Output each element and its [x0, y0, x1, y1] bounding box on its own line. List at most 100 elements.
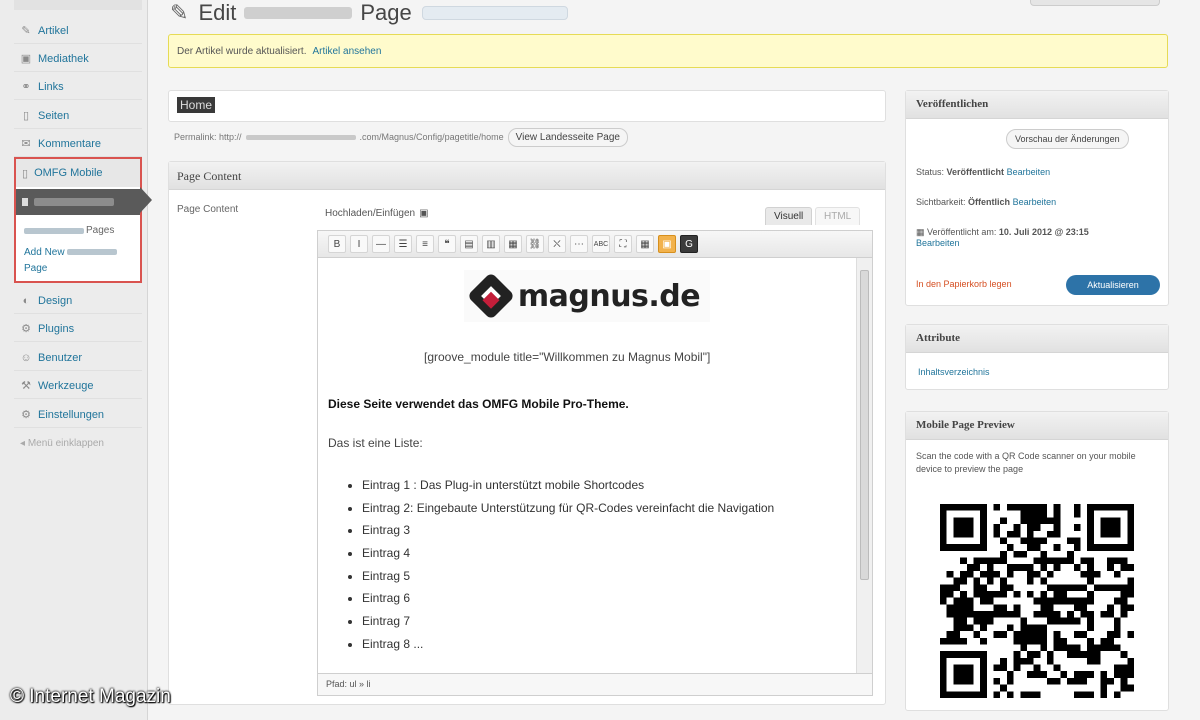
page-content-label: Page Content — [177, 204, 239, 215]
add-new-suffix: Page — [24, 263, 48, 274]
magnus-logo-image: magnus.de — [464, 270, 710, 322]
view-page-button[interactable]: View Landesseite Page — [507, 127, 628, 147]
preview-changes-button[interactable]: Vorschau der Änderungen — [1006, 129, 1129, 149]
tab-visual[interactable]: Visuell — [765, 207, 813, 225]
entry-list: Eintrag 1 : Das Plug-in unterstützt mobi… — [362, 478, 862, 660]
sidebar-item-pages[interactable]: ▯ Seiten — [14, 103, 142, 129]
published-value: 10. Juli 2012 @ 23:15 — [998, 227, 1089, 237]
sidebar-item-label: Mediathek — [38, 52, 89, 65]
numbered-list-button[interactable]: ≡ — [416, 235, 434, 253]
tools-icon: ⚒ — [21, 379, 31, 392]
edit-status-link[interactable]: Bearbeiten — [1007, 167, 1051, 177]
page-content-box: Page Content Page Content Hochladen/Einf… — [168, 161, 886, 705]
sidebar-subitem-active[interactable] — [16, 189, 140, 215]
sidebar-item-label: Design — [38, 294, 73, 307]
edit-visibility-link[interactable]: Bearbeiten — [1013, 197, 1057, 207]
sidebar-item-users[interactable]: ☺ Benutzer — [14, 345, 142, 371]
sidebar-item-tools[interactable]: ⚒ Werkzeuge — [14, 373, 142, 399]
list-item: Eintrag 8 ... — [362, 637, 862, 660]
align-left-button[interactable]: ▤ — [460, 235, 478, 253]
italic-button[interactable]: I — [350, 235, 368, 253]
update-button[interactable]: Aktualisieren — [1066, 275, 1160, 295]
list-item: Eintrag 7 — [362, 614, 862, 637]
qr-code-image — [940, 504, 1134, 698]
watermark: © Internet Magazin — [10, 686, 171, 707]
qr-insert-button[interactable]: ▣ — [658, 235, 676, 253]
attributes-link[interactable]: Inhaltsverzeichnis — [918, 367, 990, 377]
editor-path-status: Pfad: ul » li — [317, 674, 873, 696]
pushpin-icon: ✎ — [170, 0, 189, 25]
sidebar-subitem-add-new[interactable]: Add New Page — [24, 245, 134, 277]
align-right-button[interactable]: ▦ — [504, 235, 522, 253]
publish-box: Veröffentlichen Vorschau der Änderungen … — [905, 90, 1169, 306]
edit-date-link[interactable]: Bearbeiten — [916, 238, 960, 248]
tab-html[interactable]: HTML — [815, 207, 861, 225]
post-title-value: Home — [177, 97, 216, 113]
notice-text: Der Artikel wurde aktualisiert. — [177, 45, 307, 57]
permalink-label: Permalink: http:// — [174, 132, 242, 142]
sidebar-item-label: Plugins — [38, 322, 75, 335]
screen-options-tab[interactable] — [1030, 0, 1160, 6]
attributes-header: Attribute — [906, 325, 1168, 353]
bold-button[interactable]: B — [328, 235, 346, 253]
link-button[interactable]: ⛓ — [526, 235, 544, 253]
status-label: Status: — [916, 167, 945, 177]
spellcheck-button[interactable]: ABC — [592, 235, 610, 253]
sidebar-item-comments[interactable]: ✉ Kommentare — [14, 131, 142, 157]
blockquote-button[interactable]: ❝ — [438, 235, 456, 253]
sidebar-item-articles[interactable]: ✎ Artikel — [14, 18, 142, 44]
view-article-link[interactable]: Artikel ansehen — [313, 46, 382, 57]
status-value: Veröffentlicht — [946, 167, 1005, 177]
magnus-logo-text: magnus.de — [517, 278, 701, 314]
kitchen-sink-button[interactable]: ▦ — [636, 235, 654, 253]
sidebar-item-links[interactable]: ⚭ Links — [14, 74, 142, 100]
add-new-button[interactable] — [421, 6, 568, 20]
more-button[interactable]: ⋯ — [570, 235, 588, 253]
publish-header: Veröffentlichen — [906, 91, 1168, 119]
upload-insert-label: Hochladen/Einfügen — [325, 208, 416, 219]
scrollbar-thumb[interactable] — [860, 270, 869, 580]
page-title-prefix: Edit — [198, 0, 237, 25]
sidebar-top-item[interactable] — [14, 0, 142, 10]
list-item: Eintrag 5 — [362, 569, 862, 592]
sidebar-subitem-pages[interactable]: Pages — [24, 225, 114, 236]
media-icon: ▣ — [20, 52, 32, 65]
align-center-button[interactable]: ▥ — [482, 235, 500, 253]
redacted-domain — [245, 134, 356, 140]
collapse-menu[interactable]: ◂ Menü einklappen — [20, 438, 104, 449]
permalink-path[interactable]: .com/Magnus/Config/pagetitle/home — [360, 132, 504, 142]
sidebar-item-omfg-mobile[interactable]: ▯ OMFG Mobile — [16, 159, 140, 187]
gravity-button[interactable]: G — [680, 235, 698, 253]
published-label: Veröffentlicht am: — [927, 227, 997, 237]
editor-scrollbar[interactable] — [856, 258, 872, 673]
bullet-list-button[interactable]: ☰ — [394, 235, 412, 253]
upload-insert[interactable]: Hochladen/Einfügen ▣ — [325, 208, 429, 219]
strikethrough-button[interactable]: — — [372, 235, 390, 253]
editor-toolbar: B I — ☰ ≡ ❝ ▤ ▥ ▦ ⛓ ⛌ ⋯ ABC ⛶ ▦ ▣ G — [317, 230, 873, 258]
post-title-input[interactable]: Home — [168, 90, 886, 122]
phone-icon: ▯ — [22, 167, 29, 180]
sidebar-item-media[interactable]: ▣ Mediathek — [14, 46, 142, 72]
magnus-logo-mark — [466, 271, 515, 321]
visual-editor[interactable]: magnus.de [groove_module title="Willkomm… — [317, 258, 873, 674]
redacted-label — [34, 198, 114, 206]
fullscreen-button[interactable]: ⛶ — [614, 235, 632, 253]
sidebar-subitem-label: Pages — [86, 225, 115, 236]
update-notice: Der Artikel wurde aktualisiert. Artikel … — [168, 34, 1168, 68]
unlink-button[interactable]: ⛌ — [548, 235, 566, 253]
link-icon: ⚭ — [21, 80, 31, 93]
sidebar-item-settings[interactable]: ⚙ Einstellungen — [14, 402, 142, 428]
list-item: Eintrag 3 — [362, 523, 862, 546]
permalink-row: Permalink: http:// .com/Magnus/Config/pa… — [174, 127, 628, 147]
status-line: Status: Veröffentlicht Bearbeiten — [916, 167, 1050, 177]
calendar-icon: ▦ — [916, 227, 925, 237]
sidebar-item-label: Artikel — [38, 24, 69, 37]
sidebar-item-plugins[interactable]: ⚙ Plugins — [14, 316, 142, 342]
move-to-trash-link[interactable]: In den Papierkorb legen — [916, 279, 1012, 289]
media-icon[interactable]: ▣ — [419, 208, 428, 219]
page-title: Edit Page — [198, 0, 411, 26]
sidebar-item-design[interactable]: ◐ Design — [14, 288, 142, 314]
shortcode-line: [groove_module title="Willkommen zu Magn… — [424, 350, 711, 364]
settings-icon: ⚙ — [21, 408, 31, 421]
redacted-label — [24, 227, 84, 234]
